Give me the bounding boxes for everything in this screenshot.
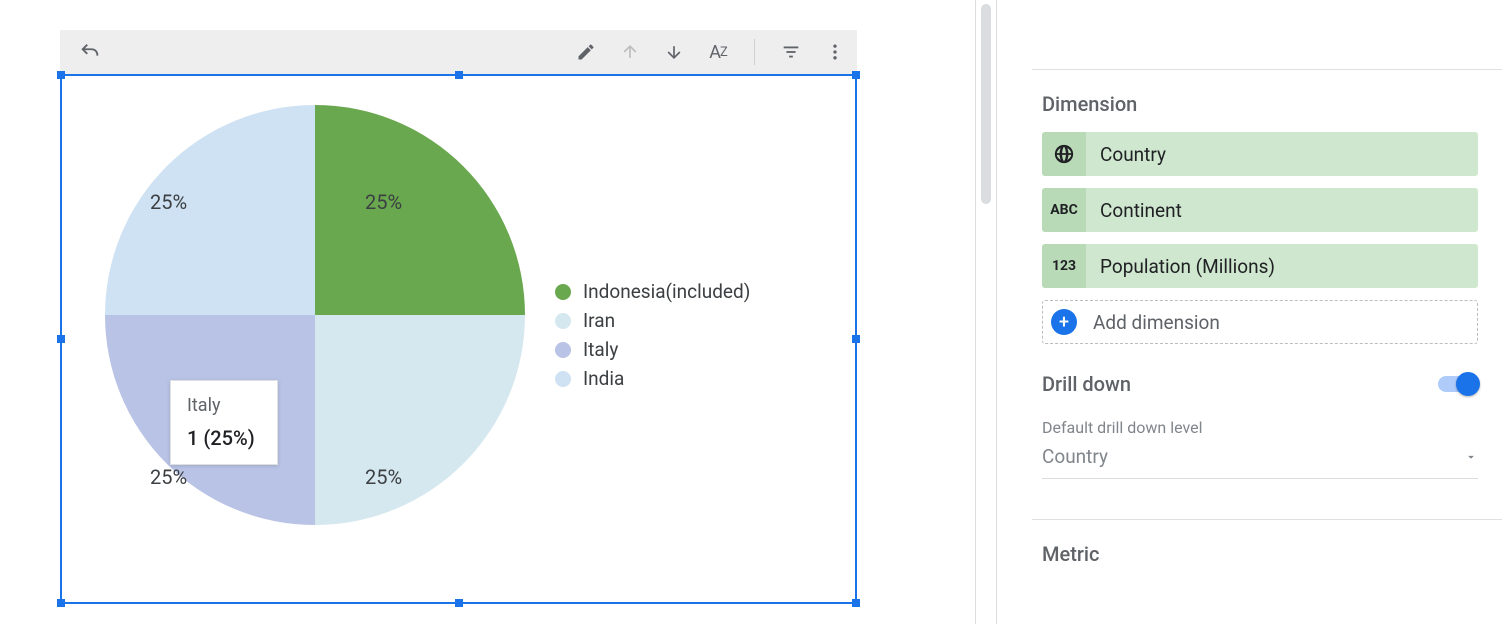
drill-down-label: Drill down: [1042, 372, 1131, 396]
resize-handle[interactable]: [852, 335, 860, 343]
legend-swatch: [555, 313, 571, 329]
dimension-section-title: Dimension: [1042, 92, 1478, 116]
abc-icon: ABC: [1042, 188, 1086, 232]
toolbar-separator: [754, 39, 755, 65]
number-icon: 123: [1042, 244, 1086, 288]
dimension-chip-label: Continent: [1086, 199, 1182, 222]
slice-label: 25%: [150, 465, 187, 489]
legend-label: Iran: [583, 309, 615, 332]
legend-item[interactable]: Italy: [555, 338, 750, 361]
legend-item[interactable]: Iran: [555, 309, 750, 332]
tooltip-value: 1 (25%): [187, 426, 255, 450]
resize-handle[interactable]: [455, 599, 463, 607]
slice-label: 25%: [365, 190, 402, 214]
filter-icon[interactable]: [779, 40, 803, 64]
legend-item[interactable]: India: [555, 367, 750, 390]
legend-swatch: [555, 284, 571, 300]
scrollbar-thumb[interactable]: [981, 4, 991, 204]
chart-legend: Indonesia(included) Iran Italy India: [555, 280, 750, 396]
tooltip-title: Italy: [187, 395, 255, 416]
vertical-scrollbar[interactable]: [975, 0, 997, 624]
pie-slice-indonesia[interactable]: [315, 105, 525, 315]
add-dimension-button[interactable]: + Add dimension: [1042, 300, 1478, 344]
undo-icon[interactable]: [78, 40, 102, 64]
resize-handle[interactable]: [57, 599, 65, 607]
dimension-chip-label: Country: [1086, 143, 1166, 166]
legend-swatch: [555, 371, 571, 387]
legend-item[interactable]: Indonesia(included): [555, 280, 750, 303]
resize-handle[interactable]: [455, 71, 463, 79]
slice-label: 25%: [150, 190, 187, 214]
pie-slice-india[interactable]: [105, 105, 315, 315]
dimension-chip-population[interactable]: 123 Population (Millions): [1042, 244, 1478, 288]
globe-icon: [1042, 132, 1086, 176]
chevron-down-icon: [1464, 450, 1478, 464]
dimension-chip-country[interactable]: Country: [1042, 132, 1478, 176]
legend-swatch: [555, 342, 571, 358]
slice-label: 25%: [365, 465, 402, 489]
sort-az-icon[interactable]: AZ: [706, 40, 730, 64]
arrow-up-icon[interactable]: [618, 40, 642, 64]
legend-label: Italy: [583, 338, 618, 361]
edit-icon[interactable]: [574, 40, 598, 64]
default-drill-level-select[interactable]: Country: [1042, 437, 1478, 479]
add-dimension-label: Add dimension: [1093, 311, 1220, 334]
chart-tooltip: Italy 1 (25%): [170, 380, 278, 465]
pie-slice-iran[interactable]: [315, 315, 525, 525]
dimension-chip-continent[interactable]: ABC Continent: [1042, 188, 1478, 232]
dimension-chip-label: Population (Millions): [1086, 255, 1275, 278]
legend-label: Indonesia(included): [583, 280, 750, 303]
pie-svg: [105, 105, 525, 525]
default-drill-level-label: Default drill down level: [1042, 418, 1478, 437]
legend-label: India: [583, 367, 624, 390]
properties-panel: Dimension Country ABC Continent 123 Popu…: [1032, 0, 1502, 624]
pie-chart[interactable]: 25% 25% 25% 25% Indonesia(included) Iran…: [75, 95, 845, 585]
metric-section-title: Metric: [1042, 542, 1478, 566]
canvas-area: AZ 25% 25% 25% 25%: [0, 0, 975, 624]
resize-handle[interactable]: [57, 335, 65, 343]
select-value: Country: [1042, 445, 1108, 468]
resize-handle[interactable]: [57, 71, 65, 79]
more-icon[interactable]: [823, 40, 847, 64]
chart-toolbar: AZ: [60, 30, 857, 74]
resize-handle[interactable]: [852, 71, 860, 79]
resize-handle[interactable]: [852, 599, 860, 607]
plus-icon: +: [1051, 309, 1077, 335]
toggle-knob: [1456, 372, 1480, 396]
drill-down-toggle[interactable]: [1438, 376, 1478, 392]
arrow-down-icon[interactable]: [662, 40, 686, 64]
